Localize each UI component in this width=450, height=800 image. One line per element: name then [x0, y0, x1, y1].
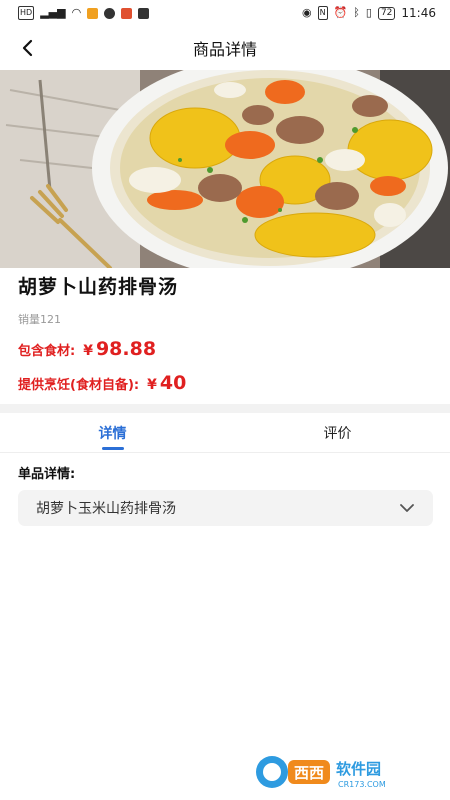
signal-icon: ▂▄▆ [40, 6, 66, 19]
status-left: HD ▂▄▆ ◠ [18, 6, 150, 20]
status-bar: HD ▂▄▆ ◠ ◉ N ⏰ ᛒ ▯ 72 11:46 [0, 0, 450, 26]
price-ingredients-currency: ¥ [83, 343, 93, 359]
price-cooking-currency: ¥ [147, 377, 157, 393]
video-icon [138, 7, 150, 19]
price-ingredients-value: 98.88 [95, 338, 157, 360]
price-cooking-row: 提供烹饪(食材自备): ¥ 40 [18, 372, 186, 394]
nfc-icon: N [317, 6, 328, 20]
back-button[interactable] [12, 32, 44, 64]
status-time: 11:46 [401, 6, 436, 20]
tab-details[interactable]: 详情 [0, 413, 225, 452]
tab-reviews-label: 评价 [323, 425, 352, 442]
vibrate-icon: ▯ [365, 6, 372, 19]
status-right: ◉ N ⏰ ᛒ ▯ 72 11:46 [302, 6, 436, 20]
send-icon [121, 7, 133, 19]
alarm-icon: ⏰ [333, 6, 348, 19]
tab-bar: 详情 评价 [0, 413, 450, 453]
chevron-down-icon [400, 504, 414, 512]
single-item-detail-label: 单品详情: [18, 467, 76, 482]
page-title: 商品详情 [192, 40, 257, 59]
chevron-left-icon [22, 39, 33, 57]
item-detail-dropdown[interactable]: 胡萝卜玉米山药排骨汤 [18, 490, 433, 526]
price-cooking-label: 提供烹饪(食材自备): [18, 378, 140, 393]
product-image [0, 70, 450, 268]
app-header: 商品详情 [0, 26, 450, 70]
price-ingredients-label: 包含食材: [18, 344, 76, 359]
watermark-logo: 西西 软件园 CR173.COM [252, 752, 432, 792]
dropdown-value: 胡萝卜玉米山药排骨汤 [36, 501, 176, 517]
product-name: 胡萝卜山药排骨汤 [18, 276, 179, 298]
eye-icon: ◉ [301, 6, 312, 19]
hd-icon: HD [18, 6, 35, 20]
app-notification-icon [87, 7, 99, 19]
bluetooth-icon: ᛒ [353, 6, 360, 19]
svg-text:软件园: 软件园 [336, 760, 381, 778]
price-cooking-value: 40 [159, 372, 187, 394]
svg-text:CR173.COM: CR173.COM [338, 780, 386, 789]
tab-active-indicator [101, 447, 124, 450]
sales-count: 销量121 [18, 313, 61, 326]
price-ingredients-row: 包含食材: ¥ 98.88 [18, 338, 156, 360]
tab-reviews[interactable]: 评价 [225, 413, 450, 452]
tab-details-label: 详情 [98, 425, 127, 442]
wifi-icon: ◠ [71, 6, 82, 19]
svg-text:西西: 西西 [294, 764, 324, 782]
battery-icon: 72 [377, 6, 396, 20]
chat-icon [104, 7, 116, 19]
section-divider [0, 404, 450, 413]
